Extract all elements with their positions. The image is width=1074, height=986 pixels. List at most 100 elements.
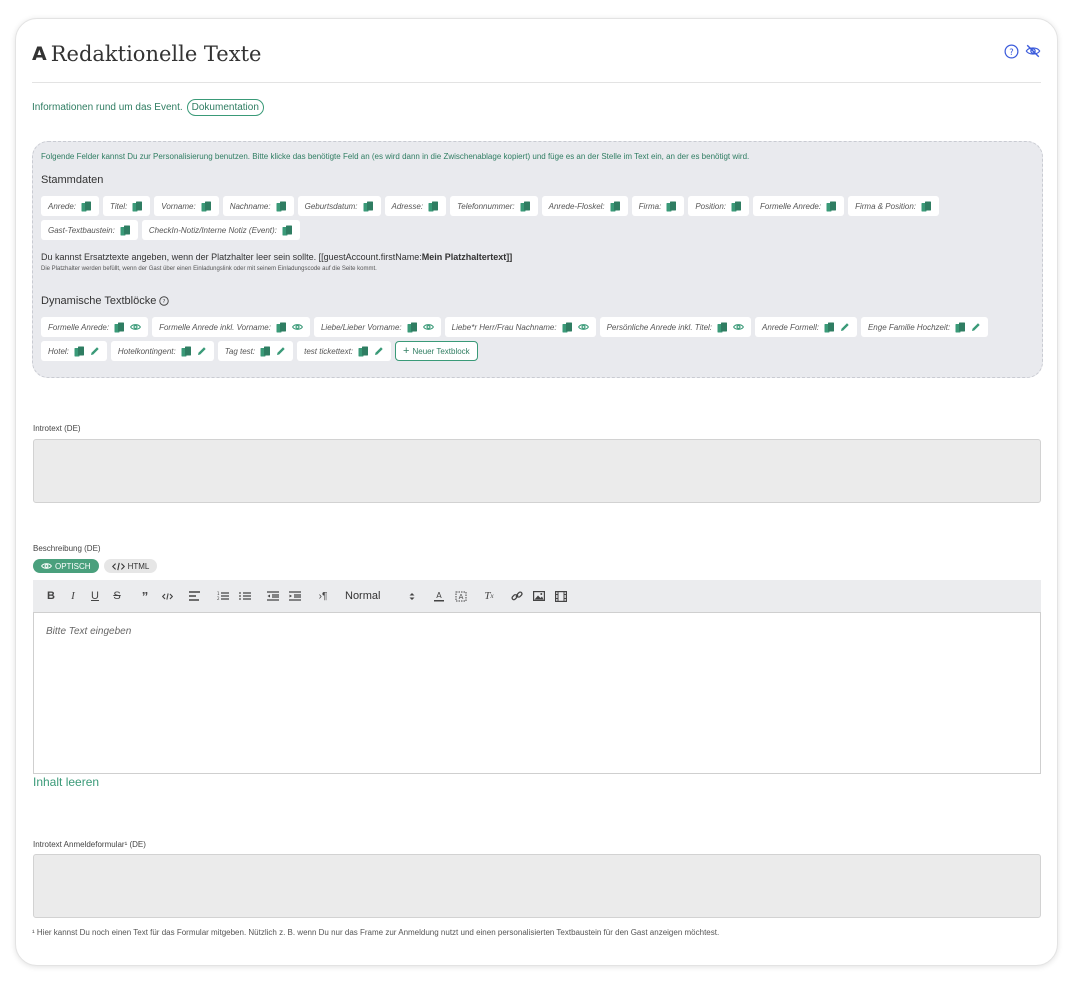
dynamic-chip[interactable]: Liebe/Lieber Vorname: bbox=[313, 317, 441, 337]
dynamic-chip[interactable]: Formelle Anrede: bbox=[41, 317, 149, 337]
outdent-icon[interactable] bbox=[267, 590, 279, 602]
pencil-icon[interactable] bbox=[971, 322, 981, 332]
pencil-icon[interactable] bbox=[197, 346, 207, 356]
plus-icon: + bbox=[403, 345, 410, 357]
stammdaten-chip[interactable]: Titel: bbox=[103, 196, 151, 216]
html-mode-button[interactable]: HTML bbox=[103, 559, 158, 573]
stammdaten-chip[interactable]: Telefonnummer: bbox=[450, 196, 538, 216]
eye-icon[interactable] bbox=[130, 323, 142, 331]
chip-label: Adresse: bbox=[391, 201, 424, 211]
eye-icon[interactable] bbox=[577, 323, 589, 331]
help-icon[interactable]: ? bbox=[1003, 43, 1019, 59]
heading-select[interactable]: Normal bbox=[345, 590, 415, 602]
documentation-link[interactable]: Dokumentation bbox=[186, 99, 264, 116]
video-icon[interactable] bbox=[555, 590, 567, 602]
stammdaten-chip[interactable]: Firma & Position: bbox=[848, 196, 939, 216]
dynamic-chip[interactable]: Tag test: bbox=[217, 341, 294, 361]
copy-icon[interactable] bbox=[363, 201, 374, 212]
stammdaten-chip[interactable]: Geburtsdatum: bbox=[297, 196, 381, 216]
blockquote-icon[interactable]: ” bbox=[139, 589, 151, 604]
stammdaten-chip[interactable]: Adresse: bbox=[384, 196, 447, 216]
eye-icon[interactable] bbox=[291, 323, 303, 331]
copy-icon[interactable] bbox=[181, 346, 192, 357]
eye-icon[interactable] bbox=[733, 323, 745, 331]
clear-format-icon[interactable]: Tx bbox=[483, 590, 495, 602]
chip-label: Vorname: bbox=[161, 201, 196, 211]
stammdaten-chip[interactable]: Formelle Anrede: bbox=[753, 196, 845, 216]
background-color-icon[interactable]: A bbox=[455, 590, 467, 602]
introtext-field[interactable] bbox=[33, 439, 1041, 503]
dynamic-title: Dynamische Textblöcke bbox=[41, 295, 157, 307]
copy-icon[interactable] bbox=[276, 322, 287, 333]
pencil-icon[interactable] bbox=[840, 322, 850, 332]
copy-icon[interactable] bbox=[358, 346, 369, 357]
strikethrough-icon[interactable]: S bbox=[111, 590, 123, 602]
dynamic-chip[interactable]: test tickettext: bbox=[297, 341, 392, 361]
pencil-icon[interactable] bbox=[90, 346, 100, 356]
copy-icon[interactable] bbox=[562, 322, 573, 333]
stammdaten-chip[interactable]: Anrede: bbox=[41, 196, 100, 216]
chip-label: Hotel: bbox=[48, 346, 69, 356]
copy-icon[interactable] bbox=[824, 322, 835, 333]
clear-content-link[interactable]: Inhalt leeren bbox=[33, 775, 99, 789]
copy-icon[interactable] bbox=[120, 225, 131, 236]
text-color-icon[interactable]: A bbox=[433, 590, 445, 602]
anmelde-introtext-field[interactable] bbox=[33, 854, 1041, 918]
help-icon[interactable]: ? bbox=[159, 296, 170, 306]
copy-icon[interactable] bbox=[666, 201, 677, 212]
underline-icon[interactable]: U bbox=[89, 590, 101, 602]
stammdaten-chip[interactable]: Firma: bbox=[631, 196, 685, 216]
dynamic-chip[interactable]: Formelle Anrede inkl. Vorname: bbox=[152, 317, 310, 337]
indent-icon[interactable] bbox=[289, 590, 301, 602]
copy-icon[interactable] bbox=[428, 201, 439, 212]
new-textblock-button[interactable]: + Neuer Textblock bbox=[395, 341, 478, 361]
italic-icon[interactable]: I bbox=[67, 590, 79, 602]
dynamic-chip[interactable]: Enge Familie Hochzeit: bbox=[860, 317, 989, 337]
svg-text:?: ? bbox=[1009, 46, 1013, 56]
dynamic-chip[interactable]: Liebe*r Herr/Frau Nachname: bbox=[444, 317, 596, 337]
stammdaten-chip[interactable]: Gast-Textbaustein: bbox=[41, 220, 138, 240]
copy-icon[interactable] bbox=[610, 201, 621, 212]
beschreibung-editor[interactable]: Bitte Text eingeben bbox=[33, 612, 1041, 774]
copy-icon[interactable] bbox=[260, 346, 271, 357]
copy-icon[interactable] bbox=[520, 201, 531, 212]
pencil-icon[interactable] bbox=[276, 346, 286, 356]
pencil-icon[interactable] bbox=[374, 346, 384, 356]
copy-icon[interactable] bbox=[955, 322, 966, 333]
code-block-icon[interactable] bbox=[161, 590, 173, 602]
chip-label: Enge Familie Hochzeit: bbox=[867, 322, 951, 332]
visual-mode-button[interactable]: OPTISCH bbox=[33, 559, 99, 573]
copy-icon[interactable] bbox=[81, 201, 92, 212]
eye-icon[interactable] bbox=[422, 323, 434, 331]
stammdaten-chip[interactable]: Vorname: bbox=[154, 196, 219, 216]
copy-icon[interactable] bbox=[282, 225, 293, 236]
ordered-list-icon[interactable]: 12 bbox=[217, 590, 229, 602]
link-icon[interactable] bbox=[511, 590, 523, 602]
dynamic-chip[interactable]: Persönliche Anrede inkl. Titel: bbox=[599, 317, 752, 337]
stammdaten-chip[interactable]: CheckIn-Notiz/Interne Notiz (Event): bbox=[141, 220, 300, 240]
copy-icon[interactable] bbox=[407, 322, 418, 333]
copy-icon[interactable] bbox=[731, 201, 742, 212]
dynamic-chip[interactable]: Hotel: bbox=[41, 341, 107, 361]
align-left-icon[interactable] bbox=[189, 590, 201, 602]
anmelde-label: Introtext Anmeldeformular¹ (DE) bbox=[33, 840, 146, 849]
copy-icon[interactable] bbox=[717, 322, 728, 333]
copy-icon[interactable] bbox=[201, 201, 212, 212]
copy-icon[interactable] bbox=[74, 346, 85, 357]
text-direction-icon[interactable]: ›¶ bbox=[317, 590, 329, 602]
copy-icon[interactable] bbox=[826, 201, 837, 212]
stammdaten-chip[interactable]: Nachname: bbox=[222, 196, 294, 216]
image-icon[interactable] bbox=[533, 590, 545, 602]
event-info-text: Informationen rund um das Event. bbox=[32, 102, 183, 113]
bullet-list-icon[interactable] bbox=[239, 590, 251, 602]
stammdaten-chip[interactable]: Anrede-Floskel: bbox=[541, 196, 628, 216]
copy-icon[interactable] bbox=[132, 201, 143, 212]
bold-icon[interactable]: B bbox=[45, 590, 57, 602]
eye-slash-icon[interactable] bbox=[1025, 43, 1041, 59]
copy-icon[interactable] bbox=[114, 322, 125, 333]
dynamic-chip[interactable]: Hotelkontingent: bbox=[110, 341, 214, 361]
copy-icon[interactable] bbox=[921, 201, 932, 212]
copy-icon[interactable] bbox=[276, 201, 287, 212]
dynamic-chip[interactable]: Anrede Formell: bbox=[755, 317, 857, 337]
stammdaten-chip[interactable]: Position: bbox=[688, 196, 750, 216]
